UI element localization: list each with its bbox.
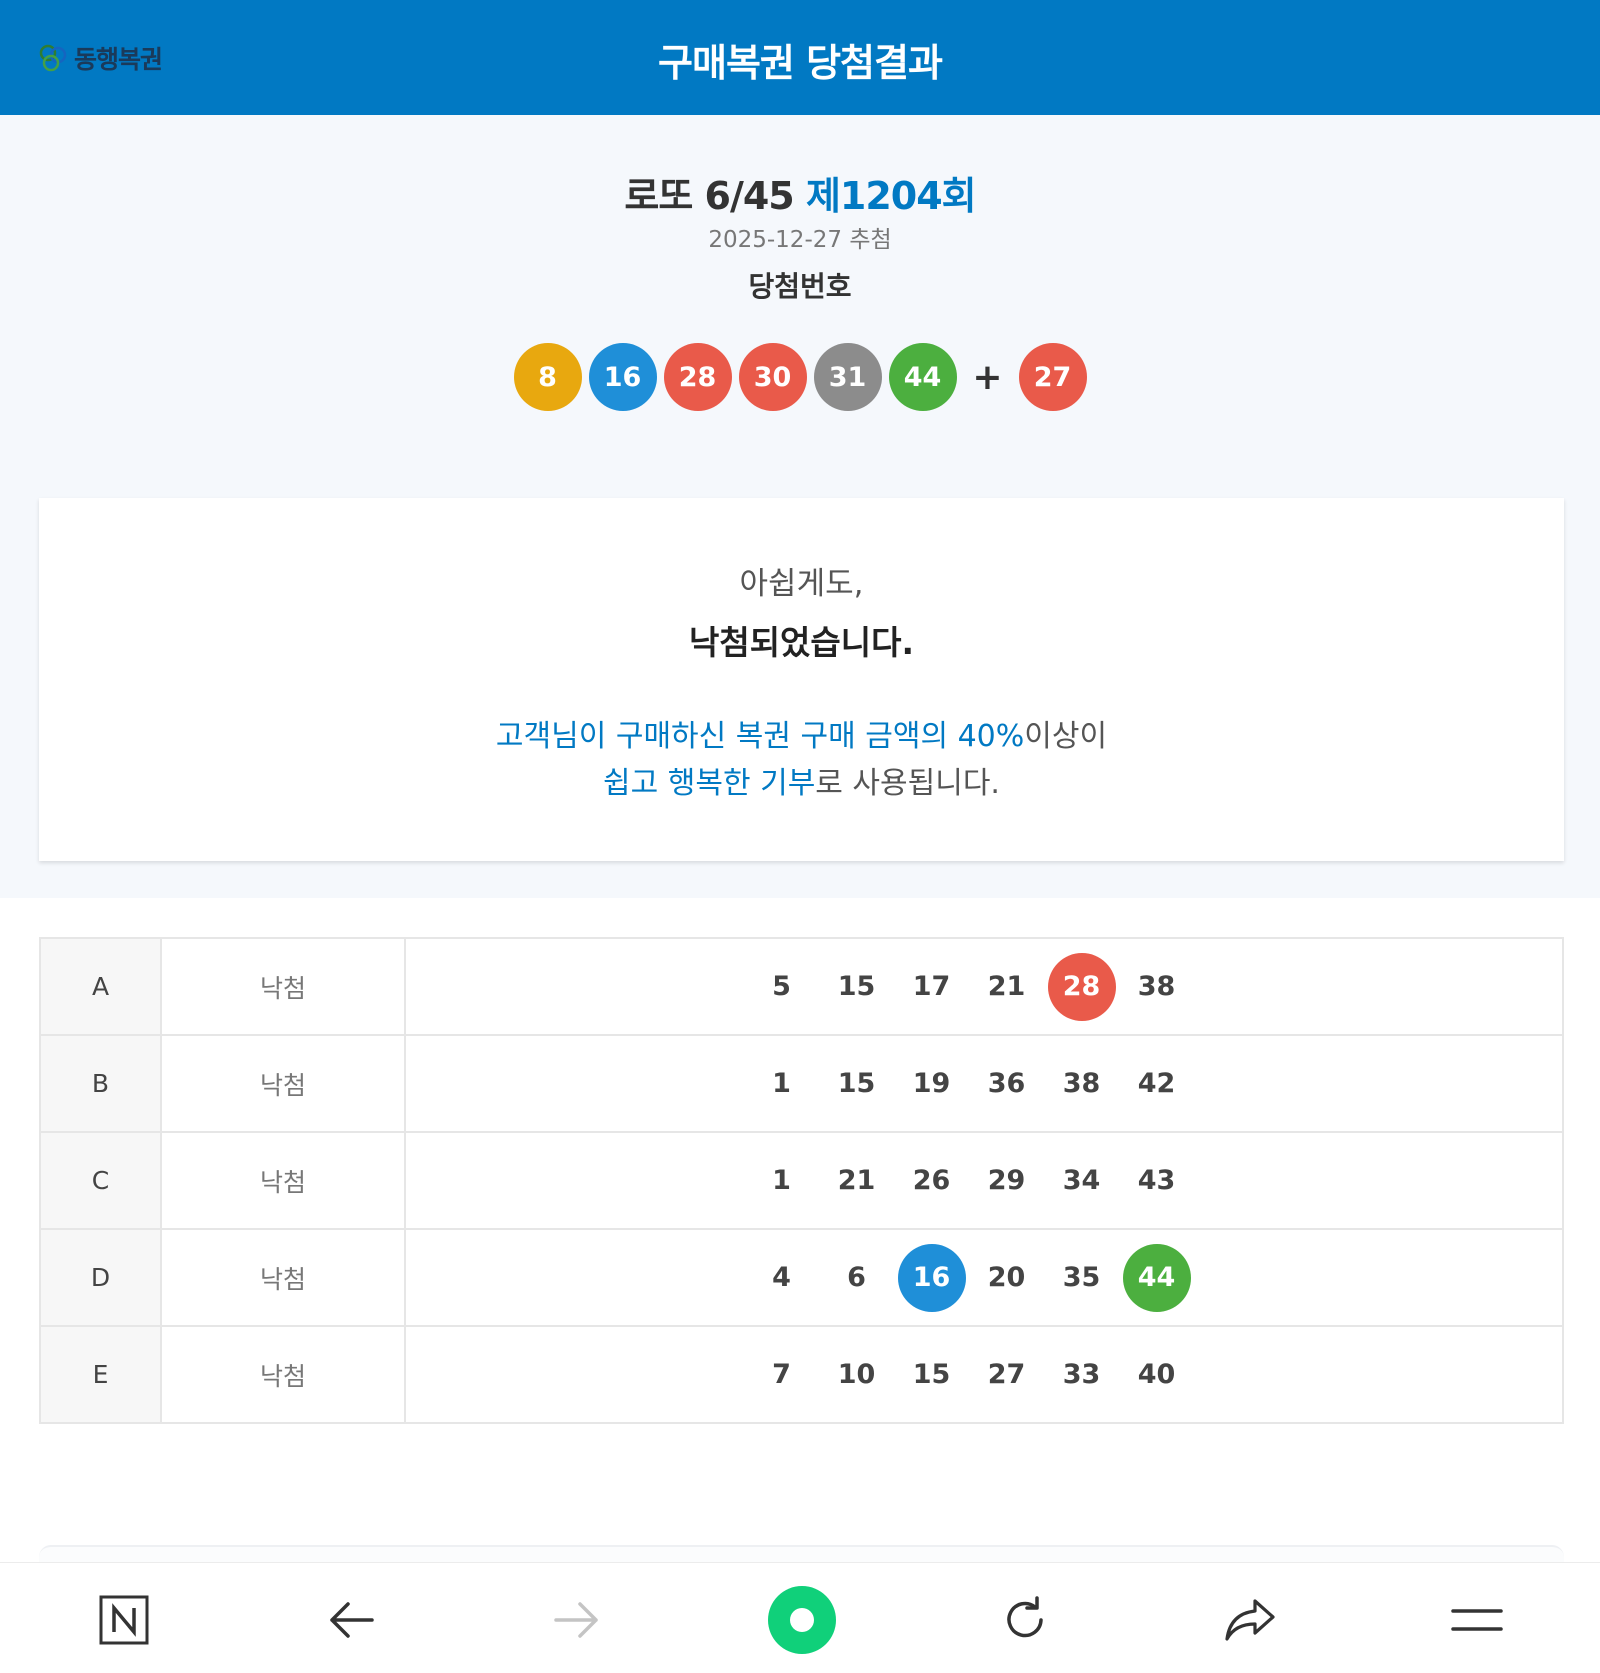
game-number: 1 <box>772 1165 791 1196</box>
refresh-icon[interactable] <box>990 1585 1060 1655</box>
game-number: 20 <box>987 1262 1026 1293</box>
game-number: 15 <box>837 1068 876 1099</box>
share-icon[interactable] <box>1215 1585 1285 1655</box>
bonus-ball: 27 <box>1018 343 1087 411</box>
winning-numbers-label: 당첨번호 <box>748 270 852 303</box>
draw-date: 2025-12-27 추첨 <box>708 227 892 253</box>
game-letter: B <box>39 1034 162 1133</box>
game-number: 29 <box>987 1165 1026 1196</box>
winning-ball: 8 <box>513 343 582 411</box>
matched-number-ball: 28 <box>1047 952 1116 1021</box>
menu-icon[interactable] <box>1442 1585 1512 1655</box>
game-number: 21 <box>987 971 1026 1002</box>
game-row: B 낙첨 1 15 19 36 38 42 <box>39 1034 1564 1133</box>
game-number: 6 <box>847 1262 866 1293</box>
game-letter: E <box>39 1325 162 1424</box>
round-title: 로또 6/45 제1204회 <box>0 165 1600 220</box>
purchased-games-table: A 낙첨 5 15 17 21 28 38 B 낙첨 1 15 19 36 38 42 C 낙첨 1 21 26 29 34… <box>39 937 1564 1424</box>
game-status: 낙첨 <box>160 1034 406 1133</box>
game-number: 10 <box>837 1359 876 1390</box>
game-number: 1 <box>772 1068 791 1099</box>
game-row: A 낙첨 5 15 17 21 28 38 <box>39 937 1564 1036</box>
game-number: 26 <box>912 1165 951 1196</box>
donation-highlight: 쉽고 행복한 기부 <box>603 766 816 801</box>
game-numbers: 5 15 17 21 28 38 <box>406 952 1562 1021</box>
game-letter: A <box>39 937 162 1036</box>
page-title: 구매복권 당첨결과 <box>658 41 943 85</box>
winning-ball: 31 <box>813 343 882 411</box>
game-letter: D <box>39 1228 162 1327</box>
game-row: E 낙첨 7 10 15 27 33 40 <box>39 1325 1564 1424</box>
game-number: 17 <box>912 971 951 1002</box>
game-status: 낙첨 <box>160 1228 406 1327</box>
game-numbers-cell: 4 6 16 20 35 44 <box>404 1228 1564 1327</box>
matched-number-ball: 16 <box>897 1243 966 1312</box>
game-number: 4 <box>772 1262 791 1293</box>
game-numbers-cell: 1 15 19 36 38 42 <box>404 1034 1564 1133</box>
game-row: D 낙첨 4 6 16 20 35 44 <box>39 1228 1564 1327</box>
game-numbers: 7 10 15 27 33 40 <box>406 1341 1562 1409</box>
donation-text: 로 사용됩니다. <box>815 766 1000 801</box>
game-letter: C <box>39 1131 162 1230</box>
game-numbers-cell: 1 21 26 29 34 43 <box>404 1131 1564 1230</box>
game-status: 낙첨 <box>160 1131 406 1230</box>
game-row: C 낙첨 1 21 26 29 34 43 <box>39 1131 1564 1230</box>
result-card: 아쉽게도, 낙첨되었습니다. 고객님이 구매하신 복권 구매 금액의 40%이상… <box>39 498 1564 861</box>
game-number: 5 <box>772 971 791 1002</box>
winning-ball: 44 <box>888 343 957 411</box>
draw-info-section: 로또 6/45 제1204회 2025-12-27 추첨 당첨번호 8 16 28 3… <box>0 115 1600 898</box>
game-numbers-cell: 5 15 17 21 28 38 <box>404 937 1564 1036</box>
bonus-plus-sign: + <box>972 356 1003 398</box>
game-number: 34 <box>1062 1165 1101 1196</box>
game-number: 42 <box>1137 1068 1176 1099</box>
naver-n-icon[interactable] <box>89 1585 159 1655</box>
game-number: 7 <box>772 1359 791 1390</box>
donation-text: 이상이 <box>1024 719 1108 754</box>
result-lose-text: 낙첨되었습니다. <box>688 623 915 662</box>
game-number: 19 <box>912 1068 951 1099</box>
back-arrow-icon[interactable] <box>316 1585 386 1655</box>
winning-ball: 30 <box>738 343 807 411</box>
game-numbers: 4 6 16 20 35 44 <box>406 1243 1562 1312</box>
game-number: 40 <box>1137 1359 1176 1390</box>
game-number: 38 <box>1062 1068 1101 1099</box>
game-number: 38 <box>1137 971 1176 1002</box>
donation-text-line2: 쉽고 행복한 기부로 사용됩니다. <box>39 758 1564 802</box>
game-number: 27 <box>987 1359 1026 1390</box>
result-sorry-text: 아쉽게도, <box>739 566 864 602</box>
game-number: 35 <box>1062 1262 1101 1293</box>
game-number: 33 <box>1062 1359 1101 1390</box>
game-numbers: 1 15 19 36 38 42 <box>406 1050 1562 1118</box>
winning-ball: 16 <box>588 343 657 411</box>
winning-ball: 28 <box>663 343 732 411</box>
matched-number-ball: 44 <box>1122 1243 1191 1312</box>
game-number: 36 <box>987 1068 1026 1099</box>
game-numbers-cell: 7 10 15 27 33 40 <box>404 1325 1564 1424</box>
game-number: 15 <box>837 971 876 1002</box>
game-numbers: 1 21 26 29 34 43 <box>406 1147 1562 1215</box>
game-status: 낙첨 <box>160 1325 406 1424</box>
game-number: 43 <box>1137 1165 1176 1196</box>
donation-text-line1: 고객님이 구매하신 복권 구매 금액의 40%이상이 <box>39 711 1564 755</box>
round-number: 제1204회 <box>805 174 977 218</box>
game-number: 21 <box>837 1165 876 1196</box>
game-status: 낙첨 <box>160 937 406 1036</box>
donation-highlight: 고객님이 구매하신 복권 구매 금액의 40% <box>495 719 1025 754</box>
forward-arrow-icon[interactable] <box>542 1585 612 1655</box>
app-header: 동행복권 구매복권 당첨결과 <box>0 0 1600 115</box>
game-name: 로또 6/45 <box>624 174 794 218</box>
browser-navbar <box>0 1562 1600 1673</box>
winning-numbers: 8 16 28 30 31 44 +27 <box>0 343 1600 411</box>
game-number: 15 <box>912 1359 951 1390</box>
green-dot-icon[interactable] <box>767 1585 837 1655</box>
